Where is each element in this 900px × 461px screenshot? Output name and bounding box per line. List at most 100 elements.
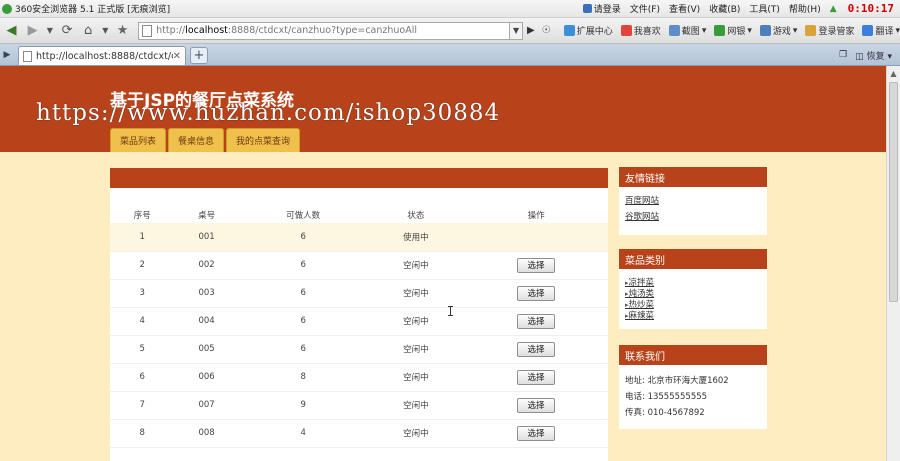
cell-action: 选择 [464, 307, 608, 336]
cell-cap: 4 [238, 419, 368, 448]
login-link[interactable]: 请登录 [582, 2, 621, 15]
select-table-button[interactable]: 选择 [517, 313, 556, 329]
extension-center-button[interactable]: 扩展中心 [563, 24, 613, 37]
restore-button[interactable]: ◫ 恢复 ▾ [855, 49, 892, 62]
browser-logo-icon [2, 3, 12, 14]
refresh-button[interactable]: ⟳ [58, 21, 77, 41]
cell-num: 006 [174, 363, 239, 392]
table-row: 1 001 6 使用中 [110, 223, 608, 252]
window-title: 360安全浏览器 5.1 正式版 [无痕浏览] [15, 5, 171, 15]
nav-tab-my-orders[interactable]: 我的点菜查询 [226, 128, 301, 152]
cell-num: 002 [174, 251, 239, 280]
menu-favorites[interactable]: 收藏(B) [709, 2, 740, 15]
menu-file[interactable]: 文件(F) [630, 2, 660, 15]
category-spicy[interactable]: 麻辣菜 [625, 311, 761, 322]
play-arrow-icon: ▶ [3, 50, 11, 60]
table-row: 6 006 8 空闲中 选择 [110, 363, 608, 392]
clock-readout: 0:10:17 [847, 2, 894, 15]
select-table-button[interactable]: 选择 [517, 425, 556, 441]
select-table-button[interactable]: 选择 [517, 341, 556, 357]
bank-icon [714, 25, 726, 36]
close-icon[interactable]: ✕ [173, 51, 181, 62]
games-button[interactable]: 游戏 ▾ [759, 24, 797, 37]
category-soup[interactable]: 炖汤类 [625, 289, 761, 300]
friend-links-title: 友情链接 [619, 167, 767, 187]
new-tab-button[interactable]: + [190, 47, 208, 64]
address-bar[interactable]: http://localhost:8888/ctdcxt/canzhuo?typ… [138, 21, 510, 40]
scrollbar-thumb[interactable] [889, 82, 898, 302]
cell-cap: 6 [238, 307, 368, 336]
nav-tab-table-info[interactable]: 餐桌信息 [168, 128, 225, 152]
home-icon: ⌂ [83, 23, 93, 38]
refresh-icon: ⟳ [61, 23, 73, 38]
navigation-toolbar: ◀ ▶ ▼ ⟳ ⌂ ▼ ★ http://localhost:8888/ctdc… [0, 18, 900, 44]
select-table-button[interactable]: 选择 [517, 397, 556, 413]
page-icon [142, 24, 153, 37]
select-table-button[interactable]: 选择 [517, 285, 556, 301]
nav-tab-dish-list[interactable]: 菜品列表 [110, 128, 167, 152]
forward-button[interactable]: ▶ [23, 21, 42, 41]
menu-tools[interactable]: 工具(T) [749, 2, 780, 15]
link-google[interactable]: 谷歌网站 [625, 209, 761, 225]
play-arrow-icon: ▶ [527, 25, 535, 36]
cell-status: 空闲中 [367, 279, 465, 308]
go-button[interactable]: ▶ [523, 25, 538, 36]
like-button[interactable]: 我喜欢 [620, 24, 661, 37]
cell-cap: 6 [238, 223, 368, 252]
cell-num: 007 [174, 391, 239, 420]
bank-button[interactable]: 网银 ▾ [714, 24, 752, 37]
select-table-button[interactable]: 选择 [517, 369, 556, 385]
contact-fax: 传真: 010-4567892 [625, 408, 705, 418]
back-arrow-icon: ◀ [6, 23, 17, 38]
page-icon [23, 50, 32, 62]
tab-scroll-button[interactable]: ▶ [0, 45, 14, 65]
dish-category-title: 菜品类别 [619, 249, 767, 269]
menu-view[interactable]: 查看(V) [669, 2, 700, 15]
star-icon: ★ [116, 23, 129, 38]
trash-icon: ◫ [855, 51, 864, 62]
shield-button[interactable]: ☉ [539, 25, 554, 36]
window-tile-icon[interactable]: ❐ [839, 50, 847, 60]
home-dropdown[interactable]: ▼ [100, 21, 111, 41]
back-button[interactable]: ◀ [2, 21, 21, 41]
address-dropdown[interactable]: ▼ [509, 21, 524, 40]
category-stir-fry[interactable]: 热炒菜 [625, 300, 761, 311]
cell-status: 空闲中 [367, 419, 465, 448]
vertical-scrollbar[interactable]: ▲ [886, 66, 900, 461]
cell-idx: 6 [110, 363, 175, 392]
menu-help[interactable]: 帮助(H) [789, 2, 821, 15]
select-table-button[interactable]: 选择 [517, 257, 556, 273]
contact-title: 联系我们 [619, 345, 767, 365]
history-dropdown[interactable]: ▼ [44, 21, 55, 41]
login-manager-button[interactable]: 登录管家 [805, 24, 854, 37]
category-cold-dish[interactable]: 凉拌菜 [625, 278, 761, 289]
window-title-bar: 360安全浏览器 5.1 正式版 [无痕浏览] 请登录 文件(F) 查看(V) … [0, 0, 900, 18]
menu-bar: 请登录 文件(F) 查看(V) 收藏(B) 工具(T) 帮助(H) ▲ 0:10… [582, 2, 900, 15]
browser-toolbar: 扩展中心 我喜欢 截图 ▾ 网银 ▾ 游戏 ▾ 登录管家 翻译 ▾ [563, 24, 900, 37]
translate-button[interactable]: 翻译 ▾ [862, 24, 900, 37]
scroll-up-icon[interactable]: ▲ [887, 66, 900, 80]
favorite-button[interactable]: ★ [113, 21, 132, 41]
cell-idx: 3 [110, 279, 175, 308]
cell-action: 选择 [464, 251, 608, 280]
cell-cap: 6 [238, 335, 368, 364]
cell-action [464, 223, 608, 252]
site-header: 基于JSP的餐厅点菜系统 https://www.huzhan.com/isho… [0, 66, 886, 152]
screenshot-button[interactable]: 截图 ▾ [668, 24, 706, 37]
chevron-down-icon: ▼ [46, 26, 53, 35]
site-nav: 菜品列表 餐桌信息 我的点菜查询 [110, 128, 301, 152]
dish-category-box: 菜品类别 凉拌菜 炖汤类 热炒菜 麻辣菜 [619, 249, 767, 329]
skin-icon[interactable]: ▲ [830, 4, 837, 14]
tab-current[interactable]: http://localhost:8888/ctdcxt/can... ✕ [18, 46, 186, 65]
cell-status: 空闲中 [367, 335, 465, 364]
forward-arrow-icon: ▶ [27, 23, 38, 38]
cell-idx: 5 [110, 335, 175, 364]
cell-num: 001 [174, 223, 239, 252]
table-row: 4 004 6 空闲中 选择 [110, 307, 608, 336]
cell-status: 使用中 [367, 223, 465, 252]
cell-num: 003 [174, 279, 239, 308]
link-baidu[interactable]: 百度网站 [625, 193, 761, 209]
home-button[interactable]: ⌂ [79, 21, 98, 41]
cell-num: 004 [174, 307, 239, 336]
page-viewport: 基于JSP的餐厅点菜系统 https://www.huzhan.com/isho… [0, 66, 886, 461]
